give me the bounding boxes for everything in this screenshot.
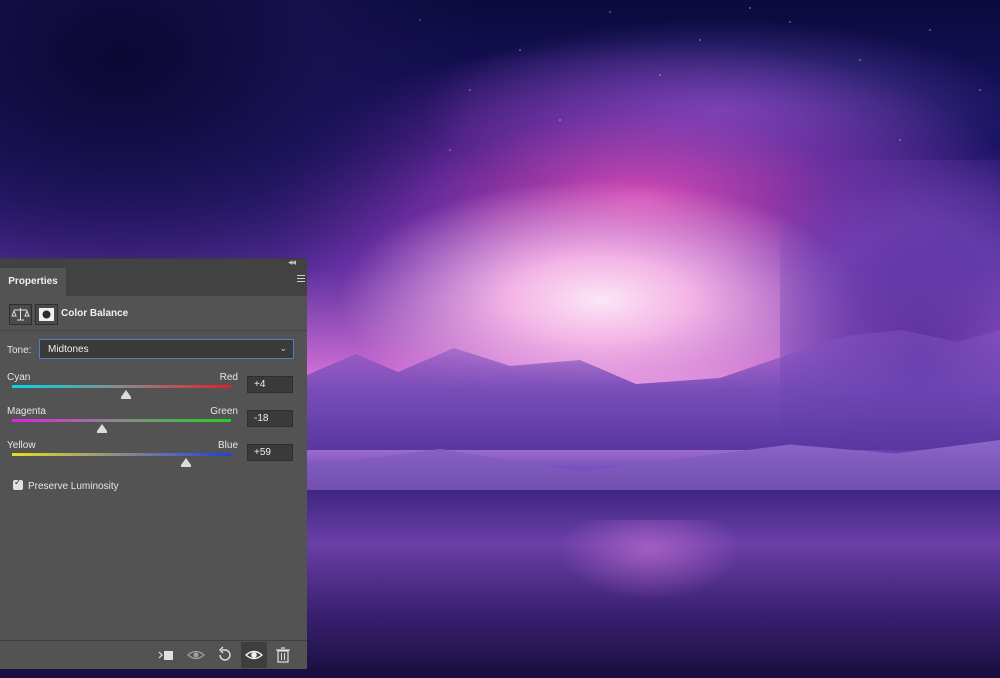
snowy-tree-left <box>0 0 560 300</box>
yellow-blue-value-field[interactable]: +59 <box>247 444 293 461</box>
reset-icon[interactable] <box>215 646 235 664</box>
panel-tab-bar: Properties <box>0 268 307 296</box>
tone-dropdown[interactable]: Midtones ⌄ <box>39 339 294 359</box>
sky-reflection <box>560 520 740 620</box>
adjustment-title: Color Balance <box>61 308 129 319</box>
blue-label: Blue <box>217 440 238 451</box>
magenta-green-value-field[interactable]: -18 <box>247 410 293 427</box>
magenta-green-slider-thumb[interactable] <box>96 424 107 433</box>
cyan-red-slider-thumb[interactable] <box>120 390 131 399</box>
magenta-label: Magenta <box>7 406 46 417</box>
panel-collapse-strip: ◂◂ <box>0 257 307 268</box>
yellow-blue-slider-track[interactable] <box>12 453 231 456</box>
chevron-down-icon: ⌄ <box>279 343 287 353</box>
tone-label: Tone: <box>7 345 32 356</box>
clip-to-layer-icon[interactable] <box>156 646 176 664</box>
green-label: Green <box>210 406 238 417</box>
color-balance-icon[interactable] <box>9 304 32 325</box>
panel-menu-icon[interactable] <box>297 275 305 284</box>
toggle-visibility-icon[interactable] <box>241 642 267 668</box>
preserve-luminosity-label: Preserve Luminosity <box>28 481 119 492</box>
properties-panel: ◂◂ Properties Color Balance Tone: Midton… <box>0 257 307 669</box>
preserve-luminosity-checkbox[interactable] <box>13 478 23 490</box>
cyan-red-slider-track[interactable] <box>12 385 231 388</box>
collapse-panel-icon[interactable]: ◂◂ <box>288 257 296 268</box>
adjustment-header: Color Balance <box>0 296 307 331</box>
delete-icon[interactable] <box>273 646 293 664</box>
yellow-label: Yellow <box>7 440 36 451</box>
magenta-green-slider-track[interactable] <box>12 419 231 422</box>
yellow-blue-slider-thumb[interactable] <box>181 458 192 467</box>
tone-selected-value: Midtones <box>48 344 89 355</box>
red-label: Red <box>219 372 238 383</box>
panel-footer <box>0 640 307 669</box>
layer-mask-icon[interactable] <box>35 304 58 325</box>
tab-properties[interactable]: Properties <box>0 268 66 296</box>
cyan-red-value-field[interactable]: +4 <box>247 376 293 393</box>
cyan-label: Cyan <box>7 372 31 383</box>
view-previous-state-icon[interactable] <box>186 646 206 664</box>
